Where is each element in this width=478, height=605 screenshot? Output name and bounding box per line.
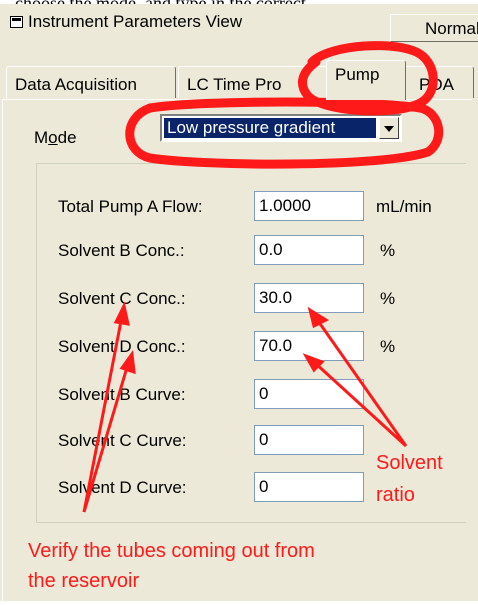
total-pump-a-flow-label: Total Pump A Flow: [58, 197, 203, 216]
solvent-b-curve-label: Solvent B Curve: [58, 385, 186, 404]
tab-lc-time-program[interactable]: LC Time Pro [178, 66, 328, 98]
solvent-d-conc-field[interactable]: 70.0 [254, 331, 364, 361]
mode-label: Mode [34, 128, 77, 147]
window-title: Instrument Parameters View [28, 12, 243, 31]
solvent-c-curve-label: Solvent C Curve: [58, 431, 187, 450]
solvent-d-curve-field[interactable]: 0 [254, 472, 364, 502]
tab-strip: Data Acquisition LC Time Pro Pump PDA [0, 60, 478, 100]
solvent-b-conc-unit: % [380, 241, 396, 260]
mode-select-value: Low pressure gradient [163, 117, 377, 139]
tab-data-acquisition[interactable]: Data Acquisition [6, 66, 176, 98]
window-menu-icon[interactable] [10, 16, 23, 28]
tab-pda[interactable]: PDA [404, 66, 474, 98]
solvent-b-conc-label: Solvent B Conc.: [58, 241, 185, 260]
total-pump-a-flow-unit: mL/min [376, 197, 432, 216]
solvent-b-conc-field[interactable]: 0.0 [254, 235, 364, 265]
solvent-b-curve-field[interactable]: 0 [254, 379, 364, 409]
chevron-down-icon[interactable] [379, 117, 399, 139]
tab-pump[interactable]: Pump [326, 60, 406, 100]
solvent-d-conc-label: Solvent D Conc.: [58, 337, 186, 356]
total-pump-a-flow-field[interactable]: 1.0000 [254, 191, 364, 221]
normal-mode-button[interactable]: Normal [390, 14, 478, 42]
solvent-ratio-annotation-line2: ratio [376, 484, 415, 506]
solvent-c-curve-field[interactable]: 0 [254, 425, 364, 455]
solvent-c-conc-field[interactable]: 30.0 [254, 283, 364, 313]
mode-select[interactable]: Low pressure gradient [160, 114, 402, 142]
solvent-ratio-annotation-line1: Solvent [376, 452, 443, 474]
solvent-c-conc-label: Solvent C Conc.: [58, 289, 186, 308]
solvent-c-conc-unit: % [380, 289, 396, 308]
solvent-d-conc-unit: % [380, 337, 396, 356]
verify-tubes-annotation-line2: the reservoir [28, 570, 140, 592]
verify-tubes-annotation-line1: Verify the tubes coming out from [28, 540, 315, 562]
solvent-d-curve-label: Solvent D Curve: [58, 478, 187, 497]
